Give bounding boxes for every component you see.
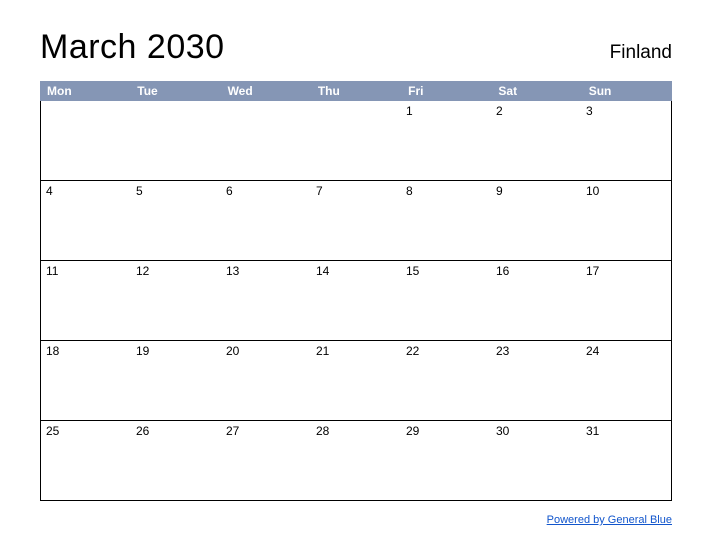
weekday-header: Wed	[221, 84, 311, 98]
calendar-week-row: 4 5 6 7 8 9 10	[41, 181, 671, 261]
calendar-day-cell: 21	[311, 341, 401, 420]
weekday-header: Mon	[40, 84, 130, 98]
calendar-day-cell: 29	[401, 421, 491, 500]
calendar-day-cell: 19	[131, 341, 221, 420]
calendar-day-cell: 1	[401, 101, 491, 180]
calendar-day-cell: 9	[491, 181, 581, 260]
calendar-day-cell: 11	[41, 261, 131, 340]
calendar-day-cell: 2	[491, 101, 581, 180]
calendar-title: March 2030	[40, 28, 225, 67]
calendar-day-cell: 13	[221, 261, 311, 340]
calendar-day-cell: 15	[401, 261, 491, 340]
calendar-day-cell: 16	[491, 261, 581, 340]
calendar-day-cell	[221, 101, 311, 180]
calendar-day-cell: 28	[311, 421, 401, 500]
calendar-day-cell: 30	[491, 421, 581, 500]
calendar-day-cell: 22	[401, 341, 491, 420]
weekday-header-row: Mon Tue Wed Thu Fri Sat Sun	[40, 81, 672, 101]
calendar-day-cell	[131, 101, 221, 180]
calendar-day-cell: 5	[131, 181, 221, 260]
calendar-region: Finland	[610, 42, 672, 64]
calendar-day-cell: 25	[41, 421, 131, 500]
weekday-header: Thu	[311, 84, 401, 98]
calendar-day-cell: 27	[221, 421, 311, 500]
calendar-header: March 2030 Finland	[40, 28, 672, 67]
calendar-day-cell: 31	[581, 421, 671, 500]
weekday-header: Fri	[401, 84, 491, 98]
calendar-day-cell: 18	[41, 341, 131, 420]
calendar-day-cell: 3	[581, 101, 671, 180]
calendar-day-cell: 17	[581, 261, 671, 340]
calendar-day-cell: 20	[221, 341, 311, 420]
footer: Powered by General Blue	[547, 510, 672, 528]
weekday-header: Sat	[491, 84, 581, 98]
calendar-day-cell: 7	[311, 181, 401, 260]
calendar-day-cell: 10	[581, 181, 671, 260]
calendar-week-row: 1 2 3	[41, 101, 671, 181]
calendar-day-cell	[311, 101, 401, 180]
calendar-day-cell: 8	[401, 181, 491, 260]
calendar-week-row: 11 12 13 14 15 16 17	[41, 261, 671, 341]
weekday-header: Tue	[130, 84, 220, 98]
calendar-day-cell: 26	[131, 421, 221, 500]
calendar-week-row: 18 19 20 21 22 23 24	[41, 341, 671, 421]
calendar-body: 1 2 3 4 5 6 7 8 9 10 11 12 13 14 15 16 1…	[40, 101, 672, 501]
calendar-day-cell: 14	[311, 261, 401, 340]
calendar-day-cell: 6	[221, 181, 311, 260]
calendar-day-cell	[41, 101, 131, 180]
calendar-week-row: 25 26 27 28 29 30 31	[41, 421, 671, 501]
calendar-day-cell: 4	[41, 181, 131, 260]
weekday-header: Sun	[582, 84, 672, 98]
powered-by-link[interactable]: Powered by General Blue	[547, 514, 672, 526]
calendar-day-cell: 12	[131, 261, 221, 340]
calendar-day-cell: 24	[581, 341, 671, 420]
calendar-day-cell: 23	[491, 341, 581, 420]
